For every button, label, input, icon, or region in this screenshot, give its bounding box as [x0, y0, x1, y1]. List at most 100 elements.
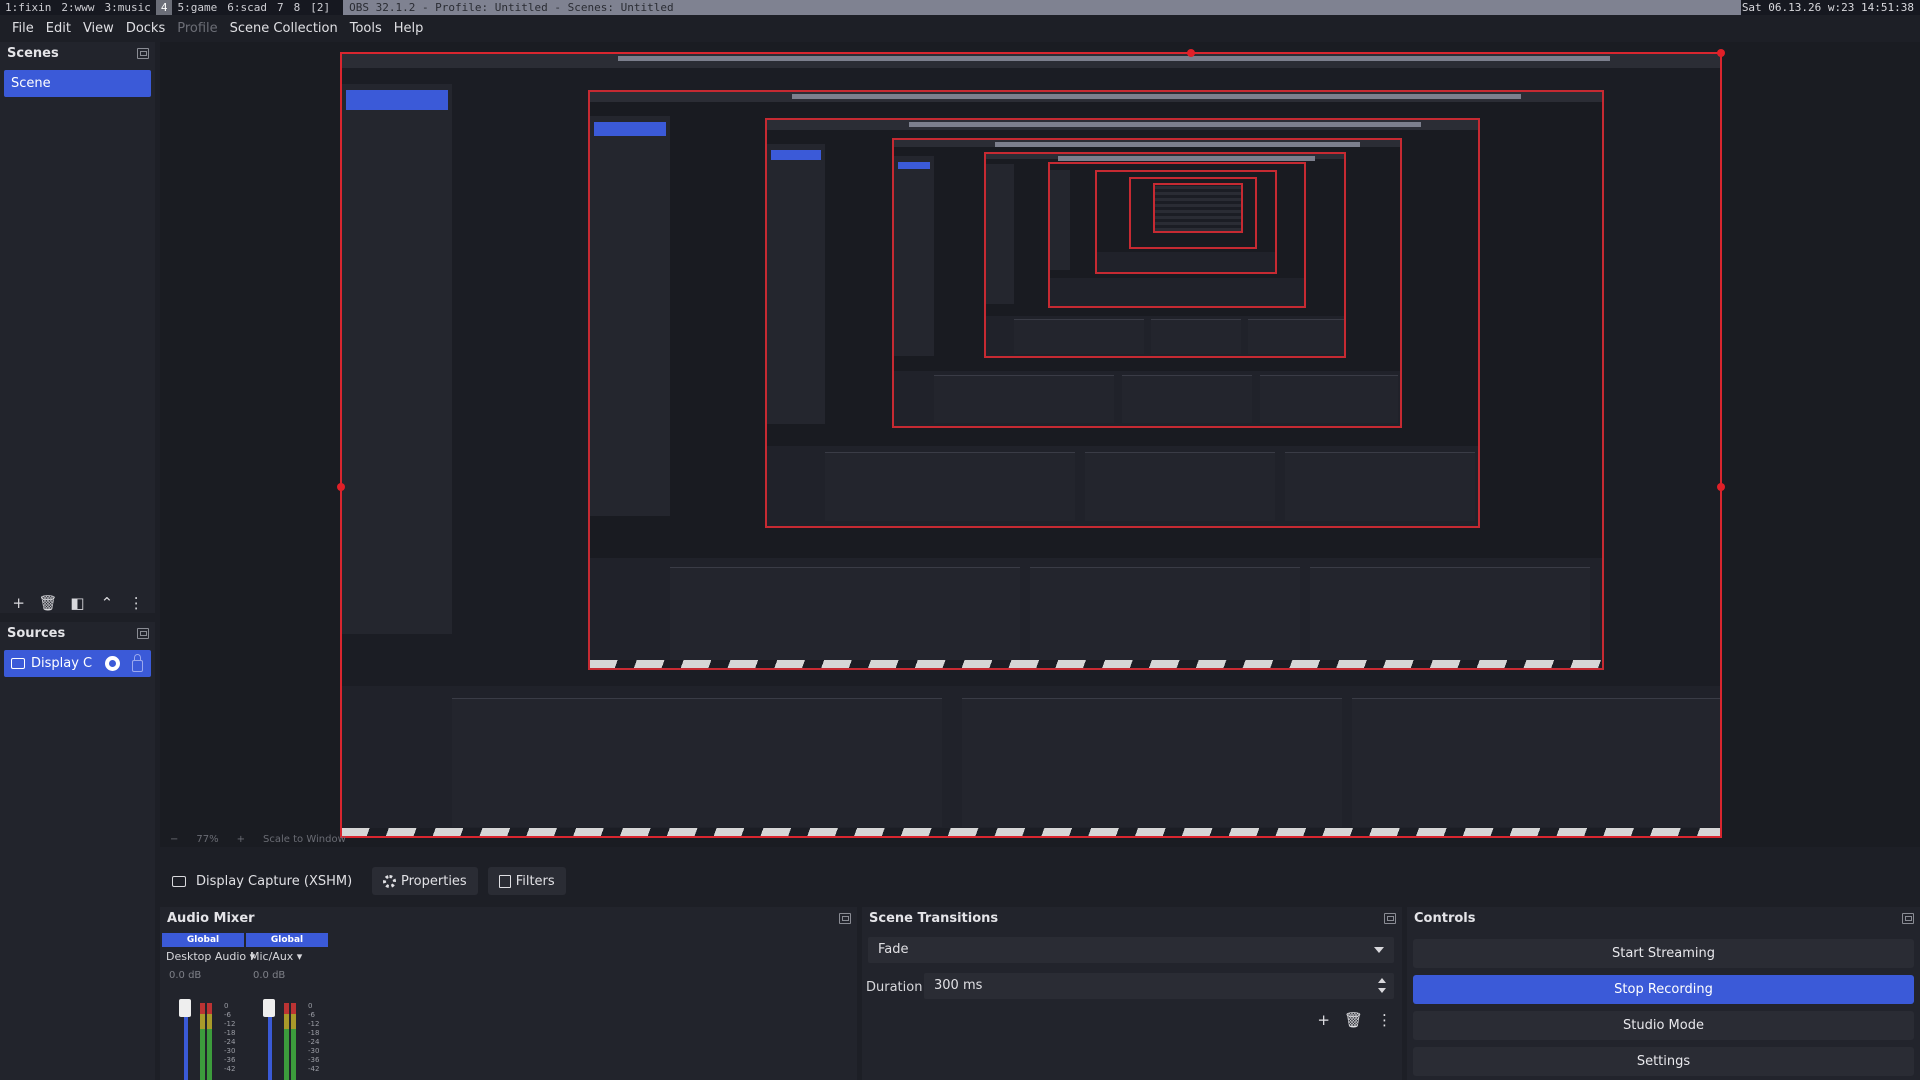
spin-down-icon[interactable]: [1378, 988, 1386, 993]
nested-frame-1: [588, 90, 1604, 670]
resize-handle-right[interactable]: [1717, 483, 1725, 491]
channel-name-select[interactable]: Mic/Aux ▾: [246, 950, 328, 963]
properties-button[interactable]: Properties: [372, 867, 478, 895]
zoom-out-button[interactable]: −: [170, 834, 178, 845]
undock-icon[interactable]: [1384, 912, 1396, 924]
menu-profile[interactable]: Profile: [171, 21, 223, 36]
undock-icon[interactable]: [137, 47, 149, 59]
preview-canvas[interactable]: [340, 52, 1722, 838]
scene-transitions-title: Scene Transitions: [869, 910, 999, 926]
zoom-in-button[interactable]: +: [237, 834, 245, 845]
add-scene-icon[interactable]: +: [9, 594, 29, 612]
gear-icon: [383, 874, 396, 888]
transition-select-value: Fade: [878, 942, 909, 957]
undock-icon[interactable]: [137, 627, 149, 639]
workspace-8[interactable]: 8: [289, 0, 306, 15]
menu-help[interactable]: Help: [388, 21, 430, 36]
menu-scene-collection[interactable]: Scene Collection: [224, 21, 344, 36]
sources-dock-title: Sources: [7, 625, 66, 641]
scene-transitions-dock: Scene Transitions Fade Duration 300 ms +…: [862, 907, 1402, 1080]
remove-scene-icon[interactable]: 🗑: [38, 594, 58, 612]
level-meter-left: [284, 1003, 289, 1080]
workspace-3[interactable]: 3:music: [99, 0, 155, 15]
menu-view[interactable]: View: [77, 21, 120, 36]
stop-recording-button[interactable]: Stop Recording: [1413, 975, 1914, 1004]
scale-mode-select[interactable]: Scale to Window: [263, 834, 346, 845]
scenes-dock-header: Scenes: [0, 42, 155, 64]
add-transition-icon[interactable]: +: [1317, 1011, 1330, 1029]
move-up-icon[interactable]: ⌃: [97, 594, 117, 612]
remove-transition-icon[interactable]: 🗑: [1344, 1011, 1363, 1029]
preview-zoom-bar: − 77% + Scale to Window: [160, 832, 520, 846]
controls-title: Controls: [1414, 910, 1476, 926]
spin-up-icon[interactable]: [1378, 978, 1386, 983]
scene-transitions-header: Scene Transitions: [862, 907, 1402, 929]
menu-tools[interactable]: Tools: [344, 21, 388, 36]
monitor-icon: [11, 658, 25, 669]
selected-source-name: Display Capture (XSHM): [196, 873, 353, 889]
level-meter-left: [200, 1003, 205, 1080]
monitor-icon: [172, 875, 186, 887]
channel-global-badge: Global: [162, 933, 244, 947]
filters-label: Filters: [515, 873, 555, 889]
settings-button[interactable]: Settings: [1413, 1047, 1914, 1076]
resize-handle-left[interactable]: [337, 483, 345, 491]
workspace-1[interactable]: 1:fixin: [0, 0, 56, 15]
filters-icon: [498, 874, 511, 888]
menu-docks[interactable]: Docks: [120, 21, 171, 36]
meter-scale: 0 -6 -12 -18 -24 -30 -36 -42: [224, 1002, 236, 1073]
scenes-dock-title: Scenes: [7, 45, 59, 61]
scenes-list: Scene: [4, 70, 151, 97]
scenes-toolbar: + 🗑 ◧ ⌃ ⋮: [0, 591, 155, 615]
resize-handle-top[interactable]: [1187, 49, 1195, 57]
level-meter-right: [291, 1003, 296, 1080]
studio-mode-button[interactable]: Studio Mode: [1413, 1011, 1914, 1040]
lock-icon[interactable]: [132, 653, 143, 672]
transition-options-icon[interactable]: ⋮: [1377, 1011, 1392, 1029]
visibility-eye-icon[interactable]: [105, 656, 120, 671]
start-streaming-button[interactable]: Start Streaming: [1413, 939, 1914, 968]
controls-header: Controls: [1407, 907, 1920, 929]
clock: Sat 06.13.26 w:23 14:51:38: [1741, 1, 1914, 14]
workspace-layout[interactable]: [2]: [305, 0, 335, 15]
duration-input[interactable]: 300 ms: [924, 973, 1394, 999]
scene-filters-icon[interactable]: ◧: [67, 594, 87, 612]
workspace-2[interactable]: 2:www: [56, 0, 99, 15]
resize-handle-top-right[interactable]: [1717, 49, 1725, 57]
transition-select[interactable]: Fade: [868, 937, 1394, 963]
workspace-6[interactable]: 6:scad: [222, 0, 272, 15]
meter-scale: 0 -6 -12 -18 -24 -30 -36 -42: [308, 1002, 320, 1073]
audio-mixer-header: Audio Mixer: [160, 907, 857, 929]
preview-bottom-stripes: [342, 828, 1720, 836]
scene-item[interactable]: Scene: [4, 70, 151, 97]
level-meter-right: [207, 1003, 212, 1080]
mixer-channel-desktop-audio: Global Desktop Audio ▾ 0.0 dB 0 -6 -12 -18-…: [162, 933, 255, 1080]
source-toolbar: Display Capture (XSHM) Properties Filter…: [160, 866, 1920, 896]
undock-icon[interactable]: [1902, 912, 1914, 924]
chevron-down-icon: [1374, 947, 1384, 953]
workspace-4[interactable]: 4: [155, 0, 173, 15]
more-options-icon[interactable]: ⋮: [126, 594, 146, 612]
workspace-5[interactable]: 5:game: [172, 0, 222, 15]
filters-button[interactable]: Filters: [487, 867, 566, 895]
volume-fader-handle[interactable]: [179, 999, 191, 1017]
menu-bar: File Edit View Docks Profile Scene Colle…: [0, 16, 1920, 40]
undock-icon[interactable]: [839, 912, 851, 924]
sources-dock: Sources Display C: [0, 622, 155, 1080]
workspace-7[interactable]: 7: [272, 0, 289, 15]
menu-file[interactable]: File: [6, 21, 40, 36]
channel-name-select[interactable]: Desktop Audio ▾: [162, 950, 255, 963]
nested-scenes-panel: [342, 84, 452, 634]
nested-bottom-docks: [342, 686, 1720, 836]
channel-volume-db: 0.0 dB: [169, 970, 202, 981]
volume-fader-handle[interactable]: [263, 999, 275, 1017]
transition-toolbar: + 🗑 ⋮: [1317, 1011, 1392, 1029]
controls-dock: Controls Start Streaming Stop Recording …: [1407, 907, 1920, 1080]
window-manager-bar: 1:fixin 2:www 3:music 4 5:game 6:scad 7 …: [0, 0, 1920, 15]
source-item[interactable]: Display C: [4, 650, 151, 677]
preview-area[interactable]: − 77% + Scale to Window: [160, 42, 1920, 847]
channel-global-badge: Global: [246, 933, 328, 947]
menu-edit[interactable]: Edit: [40, 21, 77, 36]
audio-mixer-dock: Audio Mixer Global Desktop Audio ▾ 0.0 d…: [160, 907, 857, 1080]
channel-volume-db: 0.0 dB: [253, 970, 286, 981]
